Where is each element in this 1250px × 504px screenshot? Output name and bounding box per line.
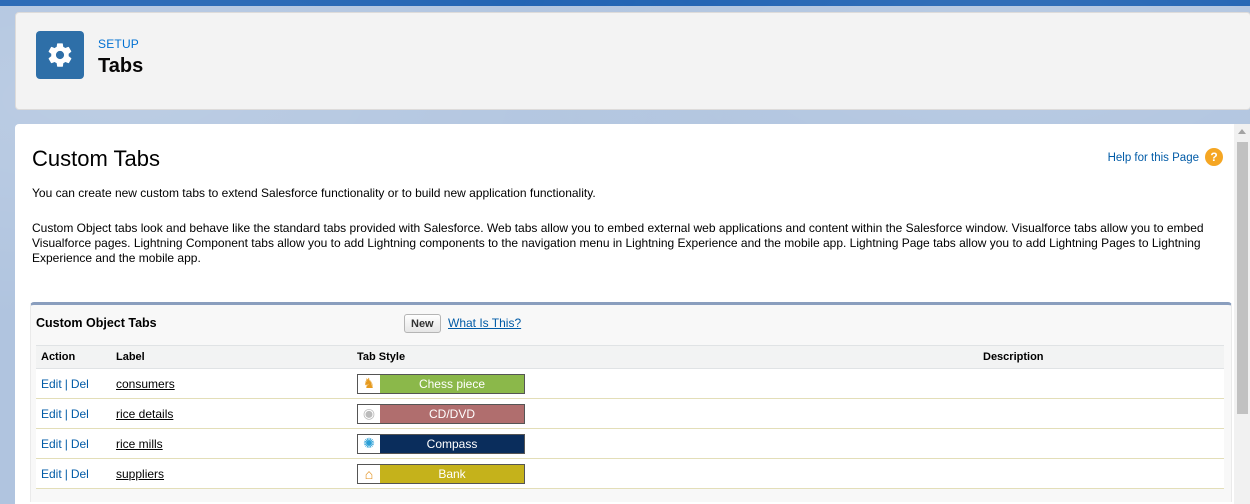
tab-style-swatch: ◉ CD/DVD: [357, 403, 525, 424]
del-link[interactable]: Del: [71, 377, 89, 391]
tab-label-link[interactable]: suppliers: [116, 467, 164, 481]
del-link[interactable]: Del: [71, 467, 89, 481]
what-is-this-link[interactable]: What Is This?: [448, 316, 521, 330]
breadcrumb-setup: SETUP: [98, 37, 140, 51]
section-title: Custom Object Tabs: [36, 316, 157, 330]
tab-style-name: Bank: [380, 464, 524, 483]
tab-label-link[interactable]: rice mills: [116, 437, 163, 451]
row-label-cell: rice details: [111, 398, 352, 429]
edit-link[interactable]: Edit: [41, 377, 62, 391]
cd-dvd-icon: ◉: [358, 404, 380, 423]
custom-object-tabs-section: Custom Object Tabs New What Is This? Act…: [30, 302, 1232, 502]
new-button[interactable]: New: [404, 314, 441, 333]
tab-style-swatch: ⌂ Bank: [357, 463, 525, 484]
compass-icon: ✺: [358, 434, 380, 453]
help-link[interactable]: Help for this Page: [1108, 152, 1199, 164]
row-actions: Edit | Del: [36, 368, 111, 399]
tab-style-name: Compass: [380, 434, 524, 453]
table-row: Edit | Del rice details ◉ CD/DVD: [36, 398, 1224, 429]
tab-style-name: CD/DVD: [380, 404, 524, 423]
action-separator: |: [64, 406, 68, 421]
main-content: Custom Tabs Help for this Page ? You can…: [15, 124, 1250, 504]
row-actions: Edit | Del: [36, 398, 111, 429]
vertical-scrollbar[interactable]: [1234, 124, 1250, 504]
tab-label-link[interactable]: consumers: [116, 377, 175, 391]
table-row: Edit | Del consumers ♞ Chess piece: [36, 368, 1224, 399]
intro-text: You can create new custom tabs to extend…: [32, 186, 596, 200]
row-description-cell: [978, 428, 1224, 459]
action-separator: |: [64, 436, 68, 451]
row-label-cell: consumers: [111, 368, 352, 399]
row-description-cell: [978, 368, 1224, 399]
row-style-cell: ◉ CD/DVD: [352, 398, 978, 429]
row-label-cell: suppliers: [111, 458, 352, 489]
page-title: Custom Tabs: [32, 146, 160, 171]
gear-icon: [36, 31, 84, 79]
scroll-thumb[interactable]: [1237, 142, 1248, 414]
row-actions: Edit | Del: [36, 458, 111, 489]
scroll-up-arrow-icon[interactable]: [1238, 129, 1246, 134]
row-style-cell: ⌂ Bank: [352, 458, 978, 489]
custom-object-tabs-table: Action Label Tab Style Description Edit |…: [36, 345, 1224, 489]
del-link[interactable]: Del: [71, 407, 89, 421]
action-separator: |: [64, 466, 68, 481]
setup-header: SETUP Tabs: [15, 12, 1250, 110]
row-style-cell: ✺ Compass: [352, 428, 978, 459]
action-separator: |: [64, 376, 68, 391]
column-header-description: Description: [978, 345, 1224, 369]
tab-style-swatch: ✺ Compass: [357, 433, 525, 454]
edit-link[interactable]: Edit: [41, 467, 62, 481]
column-header-action: Action: [36, 345, 111, 369]
table-row: Edit | Del suppliers ⌂ Bank: [36, 458, 1224, 489]
description-text: Custom Object tabs look and behave like …: [32, 221, 1204, 265]
chess-piece-icon: ♞: [358, 374, 380, 393]
row-description-cell: [978, 398, 1224, 429]
tab-style-name: Chess piece: [380, 374, 524, 393]
tab-label-link[interactable]: rice details: [116, 407, 173, 421]
edit-link[interactable]: Edit: [41, 437, 62, 451]
row-label-cell: rice mills: [111, 428, 352, 459]
del-link[interactable]: Del: [71, 437, 89, 451]
edit-link[interactable]: Edit: [41, 407, 62, 421]
column-header-tab-style: Tab Style: [352, 345, 978, 369]
row-actions: Edit | Del: [36, 428, 111, 459]
row-style-cell: ♞ Chess piece: [352, 368, 978, 399]
column-header-label: Label: [111, 345, 352, 369]
bank-icon: ⌂: [358, 464, 380, 483]
tab-style-swatch: ♞ Chess piece: [357, 373, 525, 394]
table-row: Edit | Del rice mills ✺ Compass: [36, 428, 1224, 459]
row-description-cell: [978, 458, 1224, 489]
page-header-title: Tabs: [98, 55, 144, 77]
help-icon[interactable]: ?: [1205, 148, 1223, 166]
